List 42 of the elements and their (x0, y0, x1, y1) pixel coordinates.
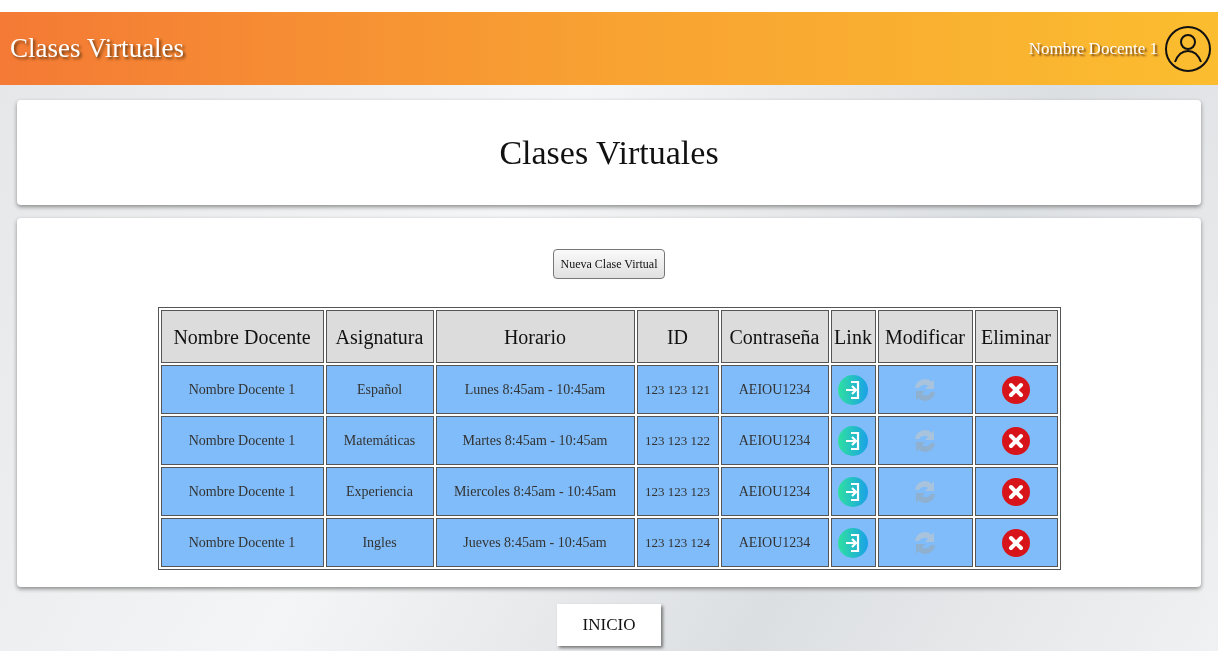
table-cell: Español (325, 365, 434, 414)
delete-icon[interactable] (1001, 373, 1031, 406)
user-name: Nombre Docente 1 (1028, 37, 1158, 60)
table-cell: AEIOU1234 (720, 467, 829, 516)
column-header: Horario (435, 310, 635, 363)
table-cell: Lunes 8:45am - 10:45am (435, 365, 635, 414)
table-cell: AEIOU1234 (720, 416, 829, 465)
delete-icon[interactable] (1001, 424, 1031, 457)
enter-icon[interactable] (838, 424, 868, 457)
table-cell: 123 123 122 (636, 416, 719, 465)
table-cell: 123 123 123 (636, 467, 719, 516)
enter-icon[interactable] (838, 475, 868, 508)
enter-icon[interactable] (838, 373, 868, 406)
table-cell: Jueves 8:45am - 10:45am (435, 518, 635, 567)
table-cell: Martes 8:45am - 10:45am (435, 416, 635, 465)
table-cell: 123 123 124 (636, 518, 719, 567)
delete-icon[interactable] (1001, 526, 1031, 559)
app-title: Clases Virtuales (10, 32, 185, 66)
new-class-button[interactable]: Nueva Clase Virtual (553, 249, 665, 279)
table-cell: Experiencia (325, 467, 434, 516)
table-cell: Nombre Docente 1 (160, 416, 324, 465)
enter-icon[interactable] (838, 526, 868, 559)
column-header: Contraseña (720, 310, 829, 363)
table-cell: Nombre Docente 1 (160, 467, 324, 516)
column-header: Asignatura (325, 310, 434, 363)
table-cell: Ingles (325, 518, 434, 567)
column-header: Modificar (877, 310, 973, 363)
table-cell: 123 123 121 (636, 365, 719, 414)
table-cell: Miercoles 8:45am - 10:45am (435, 467, 635, 516)
table-cell: Nombre Docente 1 (160, 365, 324, 414)
table-cell: Matemáticas (325, 416, 434, 465)
column-header: Link (830, 310, 876, 363)
home-button[interactable]: INICIO (557, 604, 661, 646)
table-cell: Nombre Docente 1 (160, 518, 324, 567)
user-icon[interactable] (1164, 24, 1212, 73)
column-header: Nombre Docente (160, 310, 324, 363)
table-cell: AEIOU1234 (720, 518, 829, 567)
table-cell: AEIOU1234 (720, 365, 829, 414)
page-title: Clases Virtuales (499, 133, 719, 173)
column-header: Eliminar (974, 310, 1058, 363)
column-header: ID (636, 310, 719, 363)
delete-icon[interactable] (1001, 475, 1031, 508)
